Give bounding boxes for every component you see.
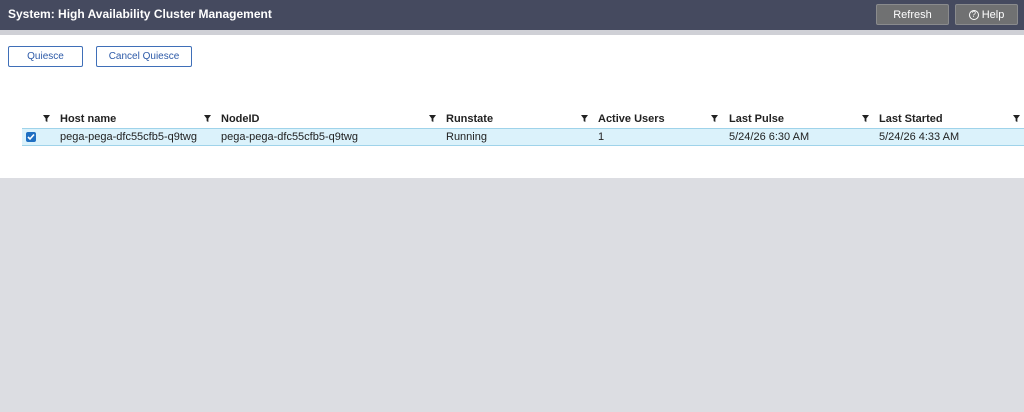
- row-select-checkbox[interactable]: [26, 132, 36, 142]
- filter-icon-last-started[interactable]: [1011, 112, 1021, 124]
- filter-icon-select[interactable]: [41, 112, 51, 124]
- cell-runstate: Running: [446, 131, 487, 143]
- column-header-nodeid[interactable]: NodeID: [221, 110, 260, 128]
- filter-icon-nodeid[interactable]: [427, 112, 437, 124]
- app-header: System: High Availability Cluster Manage…: [0, 0, 1024, 30]
- cell-host-name: pega-pega-dfc55cfb5-q9twg: [60, 131, 197, 143]
- column-header-last-pulse[interactable]: Last Pulse: [729, 110, 784, 128]
- column-header-runstate[interactable]: Runstate: [446, 110, 493, 128]
- quiesce-button[interactable]: Quiesce: [8, 46, 83, 67]
- cluster-panel: Quiesce Cancel Quiesce Host name NodeID …: [0, 35, 1024, 178]
- filter-icon-last-pulse[interactable]: [860, 112, 870, 124]
- cell-nodeid: pega-pega-dfc55cfb5-q9twg: [221, 131, 358, 143]
- cell-active-users: 1: [598, 131, 605, 143]
- help-button-label: Help: [981, 8, 1005, 21]
- filter-icon-runstate[interactable]: [579, 112, 589, 124]
- column-header-active-users[interactable]: Active Users: [598, 110, 665, 128]
- page-title: System: High Availability Cluster Manage…: [8, 7, 272, 21]
- cell-last-started: 5/24/26 4:33 AM: [879, 131, 960, 143]
- help-icon: ?: [968, 9, 979, 20]
- filter-icon-active-users[interactable]: [709, 112, 719, 124]
- refresh-button[interactable]: Refresh: [876, 4, 949, 25]
- filter-icon-host-name[interactable]: [202, 112, 212, 124]
- column-header-host-name[interactable]: Host name: [60, 110, 116, 128]
- cell-last-pulse: 5/24/26 6:30 AM: [729, 131, 810, 143]
- cancel-quiesce-button[interactable]: Cancel Quiesce: [96, 46, 192, 67]
- help-button[interactable]: ? Help: [955, 4, 1018, 25]
- column-header-last-started[interactable]: Last Started: [879, 110, 943, 128]
